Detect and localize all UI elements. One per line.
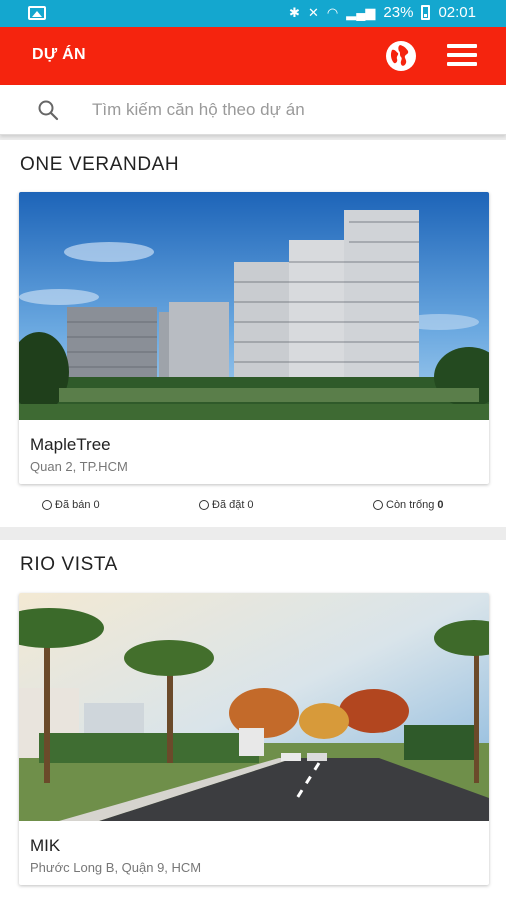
project-image-rio-vista	[19, 593, 489, 821]
app-bar: DỰ ÁN	[0, 27, 506, 85]
battery-icon	[421, 5, 431, 20]
project-address: Quan 2, TP.HCM	[30, 459, 128, 474]
search-bar	[0, 85, 506, 135]
project-section-one-verandah: ONE VERANDAH MapleTree Quan 2, TP.HCM Đã…	[0, 140, 506, 527]
stat-reserved: Đã đặt 0	[199, 499, 254, 511]
project-name: MIK	[30, 836, 61, 855]
section-title: ONE VERANDAH	[20, 154, 180, 175]
circle-icon	[373, 500, 383, 510]
mute-icon: ✕	[307, 4, 319, 20]
project-image-one-verandah	[19, 192, 489, 420]
globe-icon[interactable]	[386, 41, 416, 71]
status-icons: ✱ ✕ ◠ ▂▄▆ 23% 02:01	[289, 4, 476, 21]
section-title: RIO VISTA	[20, 554, 118, 575]
status-bar: ✱ ✕ ◠ ▂▄▆ 23% 02:01	[0, 0, 506, 27]
project-address: Phước Long B, Quận 9, HCM	[30, 860, 202, 875]
clock: 02:01	[438, 4, 476, 21]
project-section-rio-vista: RIO VISTA MIK Phước Long B, Quận 9, HCM	[0, 540, 506, 900]
circle-icon	[199, 500, 209, 510]
wifi-icon: ◠	[326, 4, 339, 20]
project-card[interactable]: MapleTree Quan 2, TP.HCM	[19, 192, 489, 484]
signal-icon: ▂▄▆	[346, 4, 376, 20]
stat-value: 0	[93, 499, 100, 511]
hamburger-menu-icon[interactable]	[447, 44, 477, 66]
search-input[interactable]	[80, 95, 480, 125]
stat-value: 0	[247, 499, 254, 511]
page-title: DỰ ÁN	[32, 46, 86, 63]
battery-percent: 23%	[383, 4, 414, 21]
stat-label: Đã đặt	[212, 499, 245, 511]
stat-available: Còn trống 0	[373, 499, 443, 511]
stat-sold: Đã bán 0	[42, 499, 100, 511]
stat-label: Còn trống	[386, 499, 435, 511]
circle-icon	[42, 500, 52, 510]
stat-value: 0	[437, 499, 444, 511]
image-notification-icon	[28, 6, 46, 20]
search-icon[interactable]	[37, 99, 59, 121]
bluetooth-icon: ✱	[289, 4, 300, 20]
project-card[interactable]: MIK Phước Long B, Quận 9, HCM	[19, 593, 489, 885]
stat-label: Đã bán	[55, 499, 91, 511]
project-name: MapleTree	[30, 435, 111, 454]
